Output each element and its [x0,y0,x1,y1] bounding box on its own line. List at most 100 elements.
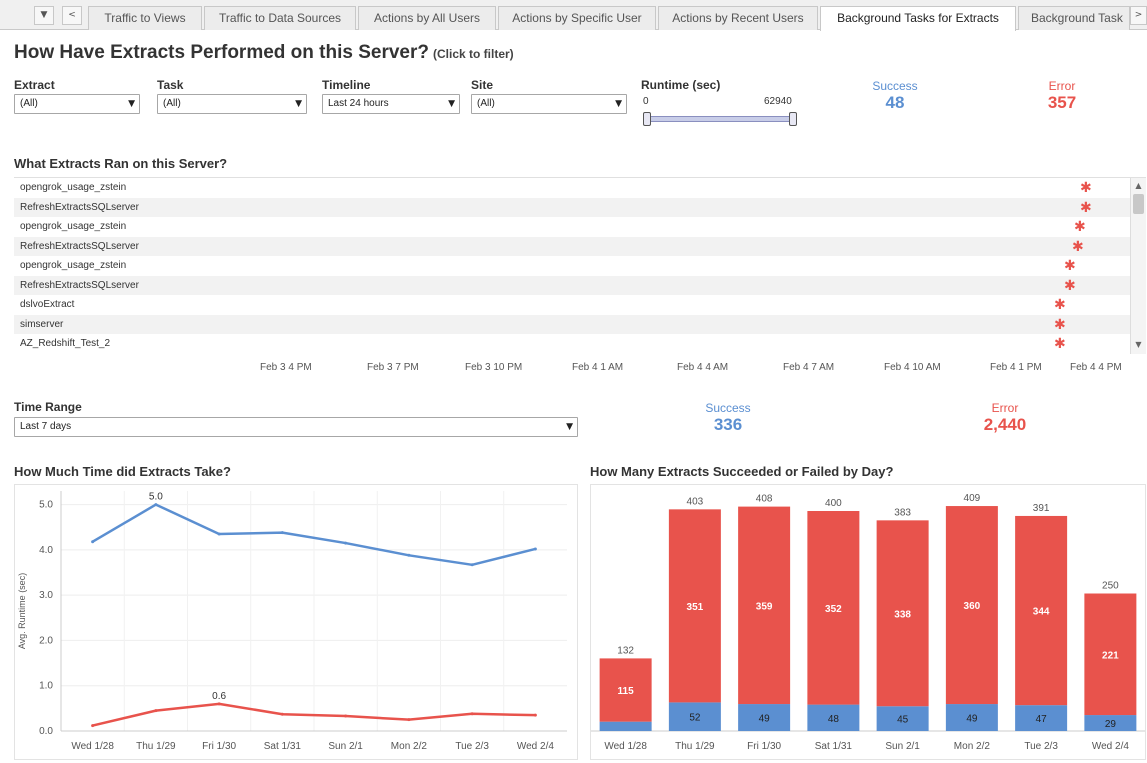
bar-total-label: 250 [1102,581,1119,592]
extract-filter-dropdown[interactable]: (All) ▼ [14,94,140,114]
extract-row[interactable]: opengrok_usage_zstein ✱ [14,256,1130,276]
x-tick-label: Tue 2/3 [1024,741,1058,752]
tab-actions-by-recent-users[interactable]: Actions by Recent Users [658,6,818,30]
error-total-value[interactable]: 2,440 [960,415,1050,435]
success-bar-label: 49 [966,714,978,725]
extract-row[interactable]: RefreshExtractsSQLserver ✱ [14,275,1130,295]
chevron-right-icon: > [1134,10,1143,20]
time-tick-label: Feb 3 10 PM [465,362,523,373]
time-tick-label: Feb 4 7 AM [783,362,835,373]
line-point [217,702,221,706]
site-filter-dropdown[interactable]: (All) ▼ [471,94,627,114]
time-tick-label: Feb 3 4 PM [260,362,312,373]
site-filter-label: Site [471,78,494,92]
bar-chart-frame: 115 132 Wed 1/28 52 351 403 Thu 1/29 49 359 408 Fr… [590,484,1146,760]
x-tick-label: Thu 1/29 [675,741,715,752]
extract-list-scrollbar[interactable]: ▲ ▼ [1130,178,1146,354]
x-tick-label: Sat 1/31 [815,741,853,752]
x-tick-label: Mon 2/2 [954,741,991,752]
extract-row[interactable]: dslvoExtract ✱ [14,295,1130,315]
x-tick-label: Fri 1/30 [202,741,236,752]
tab-background-tasks-for-extracts[interactable]: Background Tasks for Extracts [820,6,1016,31]
extract-name: opengrok_usage_zstein [20,260,127,271]
tab-actions-by-specific-user[interactable]: Actions by Specific User [498,6,656,30]
success-bar-label: 49 [759,714,771,725]
runtime-slider-min-handle[interactable] [643,112,651,126]
runtime-filter-label: Runtime (sec) [641,78,721,92]
extract-row[interactable]: opengrok_usage_zstein ✱ [14,217,1130,237]
error-marker-icon[interactable]: ✱ [1064,259,1076,273]
runtime-range-slider[interactable] [643,112,797,126]
x-tick-label: Wed 2/4 [517,741,554,752]
line-point [407,718,411,722]
success-kpi-label: Success [872,79,918,93]
extract-row[interactable]: RefreshExtractsSQLserver ✱ [14,236,1130,256]
extract-list: AZ_Redshift_Test_2 ✱ simserver ✱ dslvoExtrac… [14,177,1146,354]
error-marker-icon[interactable]: ✱ [1054,337,1066,351]
time-tick-label: Feb 4 1 PM [990,362,1042,373]
line-chart-frame: 0.0 1.0 2.0 3.0 4.0 5.0 Avg. Runtime (sec) Wed … [14,484,578,760]
extract-row[interactable]: RefreshExtractsSQLserver ✱ [14,197,1130,217]
extract-name: opengrok_usage_zstein [20,221,127,232]
bar-total-label: 403 [687,496,704,507]
tab-next-button[interactable]: > [1130,6,1147,25]
time-tick-label: Feb 4 4 PM [1070,362,1122,373]
tab-traffic-to-views[interactable]: Traffic to Views [88,6,202,30]
bar-total-label: 391 [1033,503,1050,514]
error-marker-icon[interactable]: ✱ [1074,220,1086,234]
tab-actions-by-all-users[interactable]: Actions by All Users [358,6,496,30]
extract-row[interactable]: AZ_Redshift_Test_2 ✱ [14,334,1130,354]
extracts-section-title: What Extracts Ran on this Server? [14,156,228,171]
runtime-max-value: 62940 [764,96,792,107]
line-point [154,709,158,713]
time-tick-label: Feb 4 10 AM [884,362,941,373]
chevron-down-icon: ▼ [40,10,48,20]
line-point [91,540,95,544]
runtime-slider-max-handle[interactable] [789,112,797,126]
x-tick-label: Wed 1/28 [71,741,114,752]
chevron-left-icon: < [68,10,76,20]
bar-total-label: 400 [825,498,842,509]
bar-total-label: 383 [894,507,911,518]
y-tick-label: 0.0 [39,726,53,737]
timeline-filter-dropdown[interactable]: Last 24 hours ▼ [322,94,460,114]
error-marker-icon[interactable]: ✱ [1064,279,1076,293]
task-filter-dropdown[interactable]: (All) ▼ [157,94,307,114]
tab-prev-button[interactable]: < [62,6,82,25]
runtime-slider-track [649,116,791,122]
error-marker-icon[interactable]: ✱ [1054,298,1066,312]
time-range-dropdown[interactable]: Last 7 days ▼ [14,417,578,437]
timeline-filter-label: Timeline [322,78,371,92]
line-chart[interactable]: 0.0 1.0 2.0 3.0 4.0 5.0 Avg. Runtime (sec) Wed … [15,485,577,759]
success-bar-label: 48 [828,714,840,725]
y-tick-label: 2.0 [39,635,53,646]
scroll-up-icon[interactable]: ▲ [1131,179,1146,193]
error-marker-icon[interactable]: ✱ [1072,240,1084,254]
success-total-value[interactable]: 336 [683,415,773,435]
extract-name: opengrok_usage_zstein [20,182,127,193]
extract-filter-label: Extract [14,78,55,92]
success-kpi-value[interactable]: 48 [850,93,940,113]
error-marker-icon[interactable]: ✱ [1080,201,1092,215]
time-tick-label: Feb 4 1 AM [572,362,624,373]
dropdown-arrow-icon: ▼ [566,422,573,432]
line-point [217,532,221,536]
dropdown-arrow-icon: ▼ [448,99,455,109]
extract-row[interactable]: opengrok_usage_zstein ✱ [14,178,1130,198]
line-data-label: 0.6 [212,691,226,702]
y-tick-label: 3.0 [39,590,53,601]
scrollbar-thumb[interactable] [1133,194,1144,214]
error-marker-icon[interactable]: ✱ [1080,181,1092,195]
error-kpi-value[interactable]: 357 [1017,93,1107,113]
tab-menu-button[interactable]: ▼ [34,6,54,25]
tab-traffic-to-data-sources[interactable]: Traffic to Data Sources [204,6,356,30]
scroll-down-icon[interactable]: ▼ [1131,338,1146,352]
error-bar-label: 338 [894,609,911,620]
dropdown-arrow-icon: ▼ [615,99,622,109]
tab-background-tasks[interactable]: Background Task [1018,6,1130,30]
page-title: How Have Extracts Performed on this Serv… [14,42,514,63]
extract-name: AZ_Redshift_Test_2 [20,338,111,349]
error-marker-icon[interactable]: ✱ [1054,318,1066,332]
extract-row[interactable]: simserver ✱ [14,314,1130,334]
bar-chart[interactable]: 115 132 Wed 1/28 52 351 403 Thu 1/29 49 359 408 Fr… [591,485,1145,759]
